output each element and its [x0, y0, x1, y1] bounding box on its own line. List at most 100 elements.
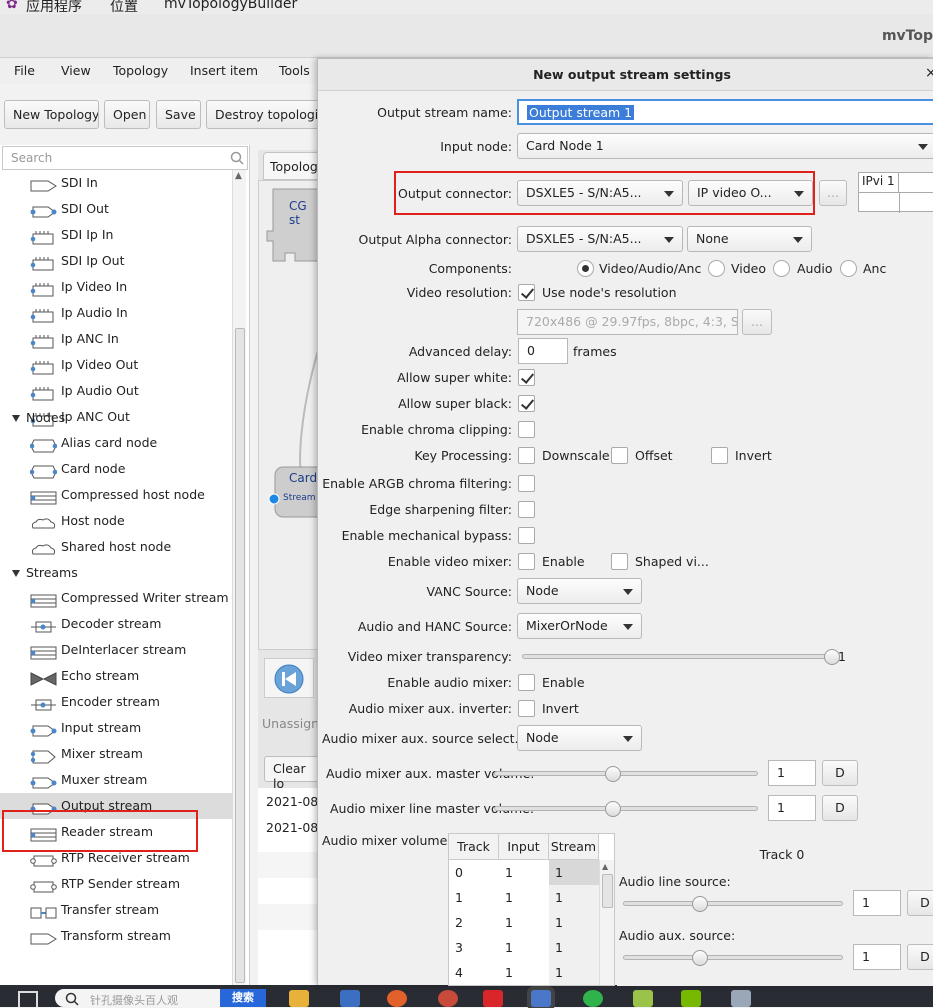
aux-master-volume-default-button[interactable]: D: [822, 760, 858, 786]
save-button[interactable]: Save: [156, 100, 201, 129]
audio-aux-source-select[interactable]: Node: [517, 725, 642, 751]
line-master-volume-default-button[interactable]: D: [822, 795, 858, 821]
tree-item-mixer-stream[interactable]: Mixer stream: [0, 741, 232, 767]
rewind-button[interactable]: [264, 658, 314, 698]
video-mixer-transparency-slider[interactable]: [522, 654, 832, 659]
clear-log-button[interactable]: Clear lo: [264, 756, 324, 791]
menu-view[interactable]: View: [61, 63, 91, 78]
remote-desktop-icon[interactable]: [531, 990, 551, 1007]
places-menu[interactable]: 位置: [110, 0, 138, 14]
slider-handle[interactable]: [692, 896, 708, 912]
enable-chroma-clipping-checkbox[interactable]: [518, 421, 535, 438]
edge-sharpening-checkbox[interactable]: [518, 501, 535, 518]
audio-aux-source-track-input[interactable]: 1: [853, 944, 901, 970]
table-cell[interactable]: 1: [549, 860, 599, 885]
table-scrollbar[interactable]: ▲: [599, 860, 614, 985]
tree-group-streams[interactable]: Streams: [0, 561, 232, 585]
table-cell[interactable]: 2: [449, 910, 499, 935]
table-cell[interactable]: 1: [499, 860, 549, 885]
scrollbar-thumb[interactable]: [602, 874, 613, 908]
table-cell[interactable]: 1: [499, 960, 549, 985]
key-downscale-checkbox[interactable]: [518, 447, 535, 464]
use-node-resolution-checkbox[interactable]: [518, 284, 535, 301]
app-icon[interactable]: [438, 990, 458, 1007]
task-view-icon[interactable]: [18, 991, 38, 1007]
audio-line-source-input[interactable]: 1: [853, 890, 901, 916]
key-invert-checkbox[interactable]: [711, 447, 728, 464]
taskbar-search-button[interactable]: 搜索: [220, 989, 266, 1007]
output-alpha-device-select[interactable]: DSXLE5 - S/N:A5...: [517, 226, 683, 252]
expand-arrow-icon[interactable]: [12, 415, 20, 422]
table-cell[interactable]: 3: [449, 935, 499, 960]
tree-item-ip-video-out[interactable]: Ip Video Out: [0, 352, 232, 378]
tree-item-decoder-stream[interactable]: Decoder stream: [0, 611, 232, 637]
wps-icon[interactable]: [483, 990, 503, 1007]
table-cell[interactable]: 4: [449, 960, 499, 985]
notepad-icon[interactable]: [633, 990, 653, 1007]
audio-hanc-source-select[interactable]: MixerOrNode: [517, 613, 642, 639]
tree-item-transfer-stream[interactable]: Transfer stream: [0, 897, 232, 923]
table-cell[interactable]: 0: [449, 860, 499, 885]
aux-master-volume-input[interactable]: 1: [768, 760, 816, 786]
allow-super-white-checkbox[interactable]: [518, 369, 535, 386]
topology-canvas[interactable]: CG st Card Stream: [258, 180, 321, 650]
output-alpha-port-select[interactable]: None: [687, 226, 812, 252]
card-node-label[interactable]: Card: [289, 471, 317, 485]
column-header-input[interactable]: Input: [499, 834, 549, 860]
search-input[interactable]: Search: [2, 146, 248, 170]
tree-item-encoder-stream[interactable]: Encoder stream: [0, 689, 232, 715]
audio-aux-source-slider[interactable]: [623, 955, 843, 960]
tree-item-sdi-in[interactable]: SDI In: [0, 170, 232, 196]
vanc-source-select[interactable]: Node: [517, 578, 642, 604]
menu-insert-item[interactable]: Insert item: [190, 63, 258, 78]
scrollbar-thumb[interactable]: [235, 328, 245, 983]
aux-master-volume-slider[interactable]: [494, 771, 758, 776]
close-icon[interactable]: ×: [925, 65, 933, 81]
enable-audio-mixer-checkbox[interactable]: [518, 674, 535, 691]
mechanical-bypass-checkbox[interactable]: [518, 527, 535, 544]
expand-arrow-icon[interactable]: [12, 570, 20, 577]
tree-item-sdi-ip-in[interactable]: SDI Ip In: [0, 222, 232, 248]
tree-item-transform-stream[interactable]: Transform stream: [0, 923, 232, 949]
tree-item-ip-anc-in[interactable]: Ip ANC In: [0, 326, 232, 352]
tree-item-ip-audio-out[interactable]: Ip Audio Out: [0, 378, 232, 404]
app-icon[interactable]: [731, 990, 751, 1007]
menu-file[interactable]: File: [14, 63, 35, 78]
video-resolution-more-button[interactable]: ...: [742, 309, 772, 335]
line-master-volume-slider[interactable]: [494, 806, 758, 811]
tree-item-ip-audio-in[interactable]: Ip Audio In: [0, 300, 232, 326]
enable-video-mixer-checkbox[interactable]: [518, 553, 535, 570]
palette-scrollbar[interactable]: ▲: [232, 170, 246, 985]
table-cell[interactable]: 1: [549, 935, 599, 960]
allow-super-black-checkbox[interactable]: [518, 395, 535, 412]
input-node-select[interactable]: Card Node 1: [517, 133, 933, 159]
open-button[interactable]: Open: [104, 100, 150, 129]
column-header-stream[interactable]: Stream: [549, 834, 599, 860]
slider-handle[interactable]: [604, 766, 621, 782]
new-topology-button[interactable]: New Topology: [4, 100, 99, 129]
components-radio-anc[interactable]: [840, 260, 857, 277]
table-cell[interactable]: 1: [499, 910, 549, 935]
tree-item-sdi-out[interactable]: SDI Out: [0, 196, 232, 222]
tree-item-muxer-stream[interactable]: Muxer stream: [0, 767, 232, 793]
tree-item-alias-card-node[interactable]: Alias card node: [0, 430, 232, 456]
tree-item-host-node[interactable]: Host node: [0, 508, 232, 534]
destroy-topologies-button[interactable]: Destroy topologies: [206, 100, 330, 129]
tree-item-ip-video-in[interactable]: Ip Video In: [0, 274, 232, 300]
components-radio-video[interactable]: [708, 260, 725, 277]
table-cell[interactable]: 1: [549, 885, 599, 910]
apps-menu-icon[interactable]: ✿: [6, 0, 18, 12]
app-icon[interactable]: [340, 990, 360, 1007]
audio-line-source-default-button[interactable]: D: [907, 890, 933, 916]
tree-item-card-node[interactable]: Card node: [0, 456, 232, 482]
shaped-video-checkbox[interactable]: [611, 553, 628, 570]
tab-topology[interactable]: Topology: [263, 152, 325, 180]
components-radio-audio[interactable]: [773, 260, 790, 277]
slider-handle[interactable]: [604, 801, 621, 817]
menu-tools[interactable]: Tools: [279, 63, 310, 78]
tree-group-nodes[interactable]: Nodes: [0, 406, 232, 430]
tree-item-input-stream[interactable]: Input stream: [0, 715, 232, 741]
output-stream-name-input[interactable]: Output stream 1: [517, 99, 933, 125]
tree-item-sdi-ip-out[interactable]: SDI Ip Out: [0, 248, 232, 274]
tree-item-rtp-sender-stream[interactable]: RTP Sender stream: [0, 871, 232, 897]
